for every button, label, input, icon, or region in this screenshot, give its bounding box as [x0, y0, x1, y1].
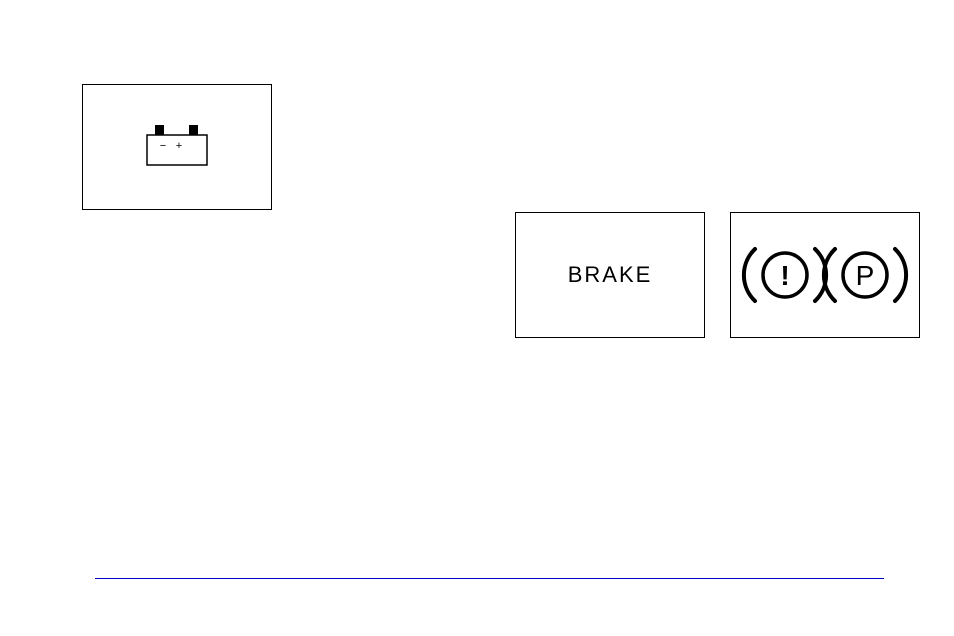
- battery-minus: −: [160, 140, 166, 152]
- parking-brake-icon: ! P: [740, 230, 910, 320]
- brake-indicator-box: BRAKE: [515, 212, 705, 338]
- brake-warning-excl: !: [780, 260, 789, 291]
- brake-label: BRAKE: [568, 262, 653, 288]
- battery-icon: − +: [137, 117, 217, 177]
- battery-plus: +: [176, 140, 182, 152]
- page: − + BRAKE ! P: [0, 0, 954, 636]
- battery-indicator-box: − +: [82, 84, 272, 210]
- parking-brake-p: P: [856, 260, 875, 291]
- footer-rule: [95, 578, 884, 579]
- parking-brake-indicator-box: ! P: [730, 212, 920, 338]
